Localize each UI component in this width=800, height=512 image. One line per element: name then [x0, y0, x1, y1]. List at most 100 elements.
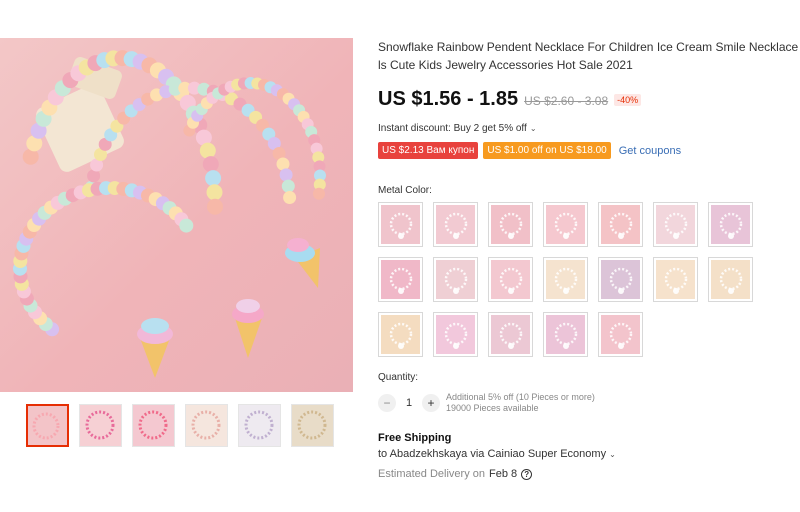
quantity-notes: Additional 5% off (10 Pieces or more) 19… — [446, 392, 595, 414]
swatch-image — [491, 205, 530, 244]
bead — [202, 156, 219, 173]
thumbnail-6[interactable] — [291, 404, 334, 447]
color-swatch[interactable] — [488, 202, 533, 247]
main-product-image — [0, 38, 353, 392]
bead — [179, 218, 194, 233]
color-swatch[interactable] — [653, 202, 698, 247]
estimated-delivery: Estimated Delivery on Feb 8 ? — [378, 468, 533, 480]
color-swatch[interactable] — [378, 312, 423, 357]
bead — [199, 142, 216, 159]
bead — [206, 184, 223, 201]
instant-discount-label: Instant discount: Buy 2 get 5% off — [378, 123, 527, 134]
thumbnail-image — [186, 405, 227, 446]
quantity-increase-button[interactable]: + — [422, 394, 440, 412]
product-title-line: ls Cute Kids Jewelry Accessories Hot Sal… — [378, 58, 633, 72]
bead — [281, 179, 295, 193]
color-swatch[interactable] — [488, 312, 533, 357]
shipping-route[interactable]: to Abadzekhskaya via Cainiao Super Econo… — [378, 448, 616, 460]
bead — [313, 187, 325, 200]
color-swatch[interactable] — [488, 257, 533, 302]
ice-cream-pendant — [232, 299, 264, 358]
color-swatch[interactable] — [708, 257, 753, 302]
color-swatch[interactable] — [543, 202, 588, 247]
color-swatch[interactable] — [543, 312, 588, 357]
color-swatch[interactable] — [433, 312, 478, 357]
swatch-image — [601, 205, 640, 244]
price-row: US $1.56 - 1.85 US $2.60 - 3.08 -40% — [378, 88, 642, 111]
thumbnail-image — [239, 405, 280, 446]
coupon-badge[interactable]: US $1.00 off on US $18.00 — [483, 142, 611, 159]
color-swatch[interactable] — [543, 257, 588, 302]
color-swatch[interactable] — [433, 202, 478, 247]
necklace-illustration — [13, 50, 326, 378]
bead — [276, 157, 290, 171]
color-swatch[interactable] — [378, 202, 423, 247]
metal-color-swatches — [378, 202, 778, 357]
stock-availability: 19000 Pieces available — [446, 403, 539, 413]
discount-badge: -40% — [614, 94, 642, 106]
bead-strands — [13, 50, 326, 337]
swatch-image — [491, 260, 530, 299]
shipping-title: Free Shipping — [378, 432, 452, 444]
delivery-label: Estimated Delivery on — [378, 468, 485, 480]
quantity-stepper: − 1 + Additional 5% off (10 Pieces or mo… — [378, 392, 595, 414]
swatch-image — [546, 315, 585, 354]
bead — [87, 169, 101, 183]
swatch-image — [436, 315, 475, 354]
bulk-discount-note: Additional 5% off (10 Pieces or more) — [446, 392, 595, 402]
shipping-route-label: to Abadzekhskaya via Cainiao Super Econo… — [378, 448, 607, 460]
product-title-line: Snowflake Rainbow Pendent Necklace For C… — [378, 40, 800, 54]
swatch-image — [656, 260, 695, 299]
coupon-row: US $2.13 Вам купон US $1.00 off on US $1… — [378, 142, 681, 159]
swatch-image — [381, 260, 420, 299]
instant-discount[interactable]: Instant discount: Buy 2 get 5% off ⌄ — [378, 123, 537, 134]
bead — [283, 191, 297, 204]
thumbnail-3[interactable] — [132, 404, 175, 447]
metal-color-label: Metal Color: — [378, 185, 432, 196]
get-coupons-link[interactable]: Get coupons — [619, 145, 681, 157]
thumbnail-image — [80, 405, 121, 446]
chevron-down-icon: ⌄ — [609, 449, 616, 459]
product-title: Snowflake Rainbow Pendent Necklace For C… — [378, 38, 800, 74]
quantity-label: Quantity: — [378, 372, 419, 383]
original-price: US $2.60 - 3.08 — [524, 94, 609, 108]
current-price: US $1.56 - 1.85 — [378, 88, 519, 110]
thumbnail-2[interactable] — [79, 404, 122, 447]
thumbnail-image — [292, 405, 333, 446]
ice-cream-pendant — [285, 238, 320, 288]
color-swatch[interactable] — [378, 257, 423, 302]
chevron-down-icon: ⌄ — [529, 124, 537, 133]
swatch-image — [601, 315, 640, 354]
color-swatch[interactable] — [598, 257, 643, 302]
swatch-image — [436, 260, 475, 299]
thumbnail-image — [28, 406, 67, 445]
bead — [205, 170, 222, 187]
thumbnail-4[interactable] — [185, 404, 228, 447]
bead — [207, 198, 223, 215]
swatch-image — [546, 260, 585, 299]
delivery-date: Feb 8 — [489, 468, 518, 480]
swatch-image — [546, 205, 585, 244]
bead — [279, 168, 293, 182]
quantity-decrease-button[interactable]: − — [378, 394, 396, 412]
help-icon[interactable]: ? — [521, 468, 533, 480]
color-swatch[interactable] — [708, 202, 753, 247]
swatch-image — [381, 315, 420, 354]
ice-cream-pendant — [137, 318, 173, 378]
swatch-image — [656, 205, 695, 244]
color-swatch[interactable] — [653, 257, 698, 302]
color-swatch[interactable] — [598, 202, 643, 247]
color-swatch[interactable] — [598, 312, 643, 357]
coupon-badge[interactable]: US $2.13 Вам купон — [378, 142, 479, 159]
swatch-image — [436, 205, 475, 244]
quantity-value[interactable]: 1 — [396, 397, 422, 409]
color-swatch[interactable] — [433, 257, 478, 302]
swatch-image — [711, 260, 750, 299]
thumbnail-strip — [26, 404, 334, 447]
thumbnail-1[interactable] — [26, 404, 69, 447]
swatch-image — [601, 260, 640, 299]
thumbnail-image — [133, 405, 174, 446]
swatch-image — [381, 205, 420, 244]
thumbnail-5[interactable] — [238, 404, 281, 447]
swatch-image — [491, 315, 530, 354]
